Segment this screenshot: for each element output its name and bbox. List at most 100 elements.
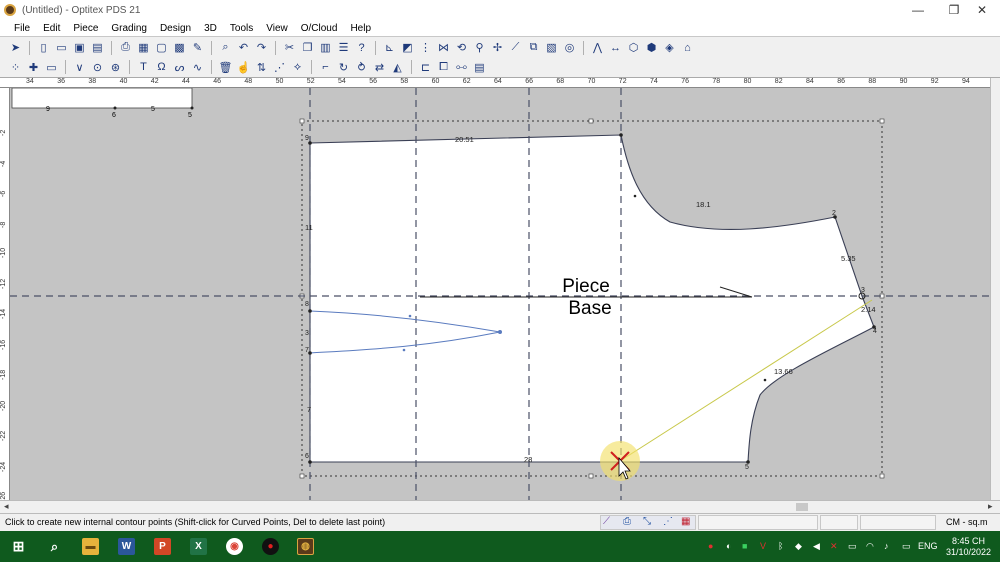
network-tray-icon[interactable]: ◐ xyxy=(726,541,731,551)
text-tool-icon[interactable]: T xyxy=(136,60,151,75)
record-tray-icon[interactable]: ● xyxy=(708,541,713,551)
menu-design[interactable]: Design xyxy=(160,23,191,34)
dart-icon[interactable]: ⟡ xyxy=(290,60,305,75)
dart-point[interactable] xyxy=(408,314,412,318)
menu-3d[interactable]: 3D xyxy=(204,23,217,34)
windows-start-icon[interactable]: ⊞ xyxy=(10,538,27,555)
move-point-icon[interactable]: ⇅ xyxy=(254,60,269,75)
monitor-icon[interactable]: ▭ xyxy=(44,60,59,75)
width-icon[interactable]: ↔ xyxy=(608,40,623,55)
menu-edit[interactable]: Edit xyxy=(43,23,60,34)
document-icon[interactable]: ▤ xyxy=(472,60,487,75)
cut-icon[interactable]: ✂ xyxy=(282,40,297,55)
vertical-scrollbar[interactable] xyxy=(990,78,1000,500)
display-tray-icon[interactable]: ▭ xyxy=(902,541,911,552)
house-icon[interactable]: ⌂ xyxy=(680,40,695,55)
clock[interactable]: 8:45 CH 31/10/2022 xyxy=(946,536,991,558)
notch-icon[interactable]: ∨ xyxy=(72,60,87,75)
check-icon[interactable]: ✎ xyxy=(190,40,205,55)
blocks-icon[interactable]: ▧ xyxy=(544,40,559,55)
fold-piece-icon[interactable]: ⥁ xyxy=(354,60,369,75)
chrome-icon[interactable]: ◉ xyxy=(226,538,243,555)
menu-piece[interactable]: Piece xyxy=(73,23,98,34)
selection-handle[interactable] xyxy=(299,473,305,479)
volume-tray-icon[interactable]: ◀ xyxy=(813,541,820,552)
hand-pointer-icon[interactable]: ☝ xyxy=(236,60,251,75)
color-icon[interactable]: ◈ xyxy=(662,40,677,55)
rotate-piece-icon[interactable]: ↻ xyxy=(336,60,351,75)
fold-icon[interactable]: ⋈ xyxy=(436,40,451,55)
plot-icon[interactable]: ▦ xyxy=(136,40,151,55)
battery-tray-icon[interactable]: ▭ xyxy=(848,541,857,552)
excel-icon[interactable]: X xyxy=(190,538,207,555)
wifi-tray-icon[interactable]: ◠ xyxy=(866,541,874,552)
scroll-thumb[interactable] xyxy=(796,503,808,511)
pin-icon[interactable]: ⚲ xyxy=(472,40,487,55)
selection-handle[interactable] xyxy=(588,118,594,124)
recorder-icon[interactable]: ● xyxy=(262,538,279,555)
dart-tip-point[interactable] xyxy=(498,330,502,334)
select-arrow-icon[interactable]: ➤ xyxy=(8,40,23,55)
point-tool-icon[interactable]: ⁘ xyxy=(8,60,23,75)
optitex-icon[interactable]: ◍ xyxy=(297,538,314,555)
new-file-icon[interactable]: ▯ xyxy=(36,40,51,55)
search-icon[interactable]: ⌕ xyxy=(46,538,63,555)
dart-point[interactable] xyxy=(402,348,406,352)
globe-icon[interactable]: ◎ xyxy=(562,40,577,55)
button-icon[interactable]: ⊛ xyxy=(108,60,123,75)
circle-point-icon[interactable]: ⊙ xyxy=(90,60,105,75)
curve-text-icon[interactable]: Ω xyxy=(154,60,169,75)
zoom-icon[interactable]: ⌕ xyxy=(218,40,233,55)
undo-icon[interactable]: ↶ xyxy=(236,40,251,55)
nest-icon[interactable]: ⬢ xyxy=(644,40,659,55)
frame-icon[interactable]: ⊏ xyxy=(418,60,433,75)
menu-ocloud[interactable]: O/Cloud xyxy=(301,23,338,34)
selection-handle[interactable] xyxy=(879,118,885,124)
help-icon[interactable]: ? xyxy=(354,40,369,55)
language-indicator[interactable]: ENG xyxy=(918,541,938,551)
display-icon[interactable]: ▢ xyxy=(154,40,169,55)
selection-handle[interactable] xyxy=(299,118,305,124)
excel-icon[interactable]: ▩ xyxy=(172,40,187,55)
shape-icon[interactable]: ⬡ xyxy=(626,40,641,55)
scroll-left-icon[interactable]: ◂ xyxy=(4,501,9,512)
split-icon[interactable]: ⟋ xyxy=(508,40,523,55)
selection-handle[interactable] xyxy=(588,473,594,479)
paste-icon[interactable]: ▥ xyxy=(318,40,333,55)
antivirus-tray-icon[interactable]: V xyxy=(760,541,766,551)
redo-icon[interactable]: ↷ xyxy=(254,40,269,55)
mirror-icon[interactable]: ⋀ xyxy=(590,40,605,55)
minimize-button[interactable]: — xyxy=(900,0,936,20)
print-icon[interactable]: ⎙ xyxy=(118,40,133,55)
menu-grading[interactable]: Grading xyxy=(111,23,147,34)
vertex-point[interactable] xyxy=(308,309,312,313)
save-all-icon[interactable]: ▤ xyxy=(90,40,105,55)
copy-piece-icon[interactable]: ⧠ xyxy=(436,60,451,75)
horizontal-scrollbar[interactable]: ◂ ▸ xyxy=(0,500,1000,513)
scroll-right-icon[interactable]: ▸ xyxy=(988,501,993,512)
save-icon[interactable]: ▣ xyxy=(72,40,87,55)
measure-icon[interactable]: ⊾ xyxy=(382,40,397,55)
speaker-tray-icon[interactable]: ♪ xyxy=(884,541,889,551)
seam-icon[interactable]: ⌐ xyxy=(318,60,333,75)
triangle-icon[interactable]: ◭ xyxy=(390,60,405,75)
curve-point[interactable] xyxy=(763,378,767,382)
shield-tray-icon[interactable]: ◆ xyxy=(795,541,802,552)
bluetooth-tray-icon[interactable]: ᛒ xyxy=(778,541,783,551)
word-icon[interactable]: W xyxy=(118,538,135,555)
piece-fill-icon[interactable]: ◩ xyxy=(400,40,415,55)
menu-tools[interactable]: Tools xyxy=(230,23,253,34)
menu-view[interactable]: View xyxy=(266,23,288,34)
delete-icon[interactable]: 🗑 xyxy=(218,60,233,75)
add-point-icon[interactable]: ✚ xyxy=(26,60,41,75)
grading-icon[interactable]: ⋮ xyxy=(418,40,433,55)
mute-tray-icon[interactable]: ✕ xyxy=(830,541,838,552)
curve-point[interactable] xyxy=(633,194,637,198)
selection-handle[interactable] xyxy=(879,473,885,479)
attach-icon[interactable]: ⧟ xyxy=(454,60,469,75)
drawing-canvas[interactable]: 9 6 5 5 20.51 18.1 5.35 2.14 13.66 28 11… xyxy=(10,88,990,500)
copy-icon[interactable]: ❐ xyxy=(300,40,315,55)
align-icon[interactable]: ⋰ xyxy=(272,60,287,75)
open-folder-icon[interactable]: ▭ xyxy=(54,40,69,55)
menu-file[interactable]: File xyxy=(14,23,30,34)
